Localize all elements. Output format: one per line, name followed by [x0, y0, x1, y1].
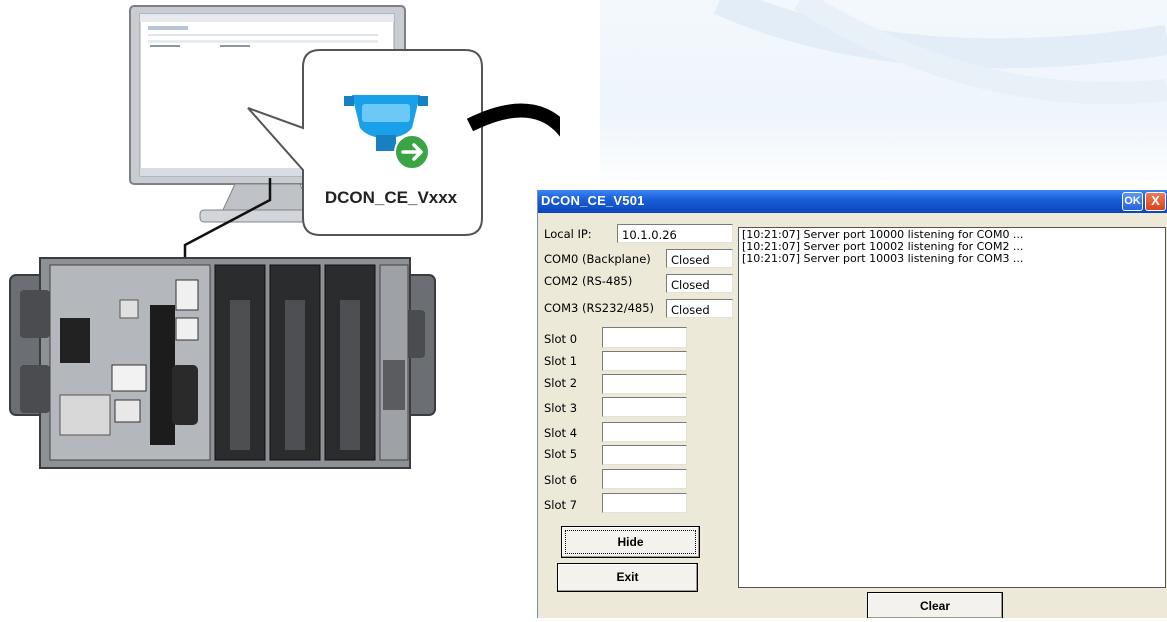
background-decoration: [600, 0, 1167, 190]
port-status-field[interactable]: Closed: [666, 274, 733, 293]
window-titlebar[interactable]: DCON_CE_V501 OK X: [538, 190, 1167, 213]
slot-label: Slot 4: [544, 426, 578, 440]
slot-field[interactable]: [602, 327, 687, 348]
pac-controller-drawing: [9, 5, 600, 469]
callout-label: DCON_CE_Vxxx: [324, 188, 458, 207]
clear-button[interactable]: Clear: [867, 592, 1003, 618]
port-status-field[interactable]: Closed: [666, 299, 733, 318]
slot-field[interactable]: [602, 493, 687, 513]
port-label: COM3 (RS232/485): [544, 301, 655, 315]
controller-chassis: [9, 257, 436, 469]
slot-field[interactable]: [602, 469, 687, 489]
log-line: [10:21:07] Server port 10003 listening f…: [742, 252, 1024, 265]
slot-label: Slot 1: [544, 354, 578, 368]
port-label: COM2 (RS-485): [544, 274, 633, 288]
port-label: COM0 (Backplane): [544, 252, 651, 266]
slot-field[interactable]: [602, 422, 687, 442]
window-title: DCON_CE_V501: [541, 193, 645, 208]
local-ip-label: Local IP:: [544, 227, 592, 241]
local-ip-field[interactable]: 10.1.0.26: [617, 224, 733, 243]
slot-label: Slot 5: [544, 447, 578, 461]
slot-label: Slot 2: [544, 376, 578, 390]
slot-field[interactable]: [602, 351, 687, 371]
slot-label: Slot 3: [544, 401, 578, 415]
hide-button[interactable]: Hide: [561, 526, 700, 558]
close-button[interactable]: X: [1145, 192, 1166, 211]
log-output[interactable]: [10:21:07] Server port 10000 listening f…: [738, 227, 1166, 588]
hardware-illustration: DCON_CE_Vxxx: [0, 0, 600, 618]
slot-label: Slot 6: [544, 473, 578, 487]
slot-field[interactable]: [602, 374, 687, 394]
exit-button[interactable]: Exit: [557, 563, 698, 592]
slot-field[interactable]: [602, 445, 687, 465]
slot-label: Slot 0: [544, 332, 578, 346]
slot-field[interactable]: [602, 397, 687, 417]
ok-button[interactable]: OK: [1122, 192, 1143, 211]
dcon-window: DCON_CE_V501 OK X Local IP: 10.1.0.26 CO…: [537, 190, 1167, 618]
port-status-field[interactable]: Closed: [666, 249, 733, 268]
slot-label: Slot 7: [544, 498, 578, 512]
